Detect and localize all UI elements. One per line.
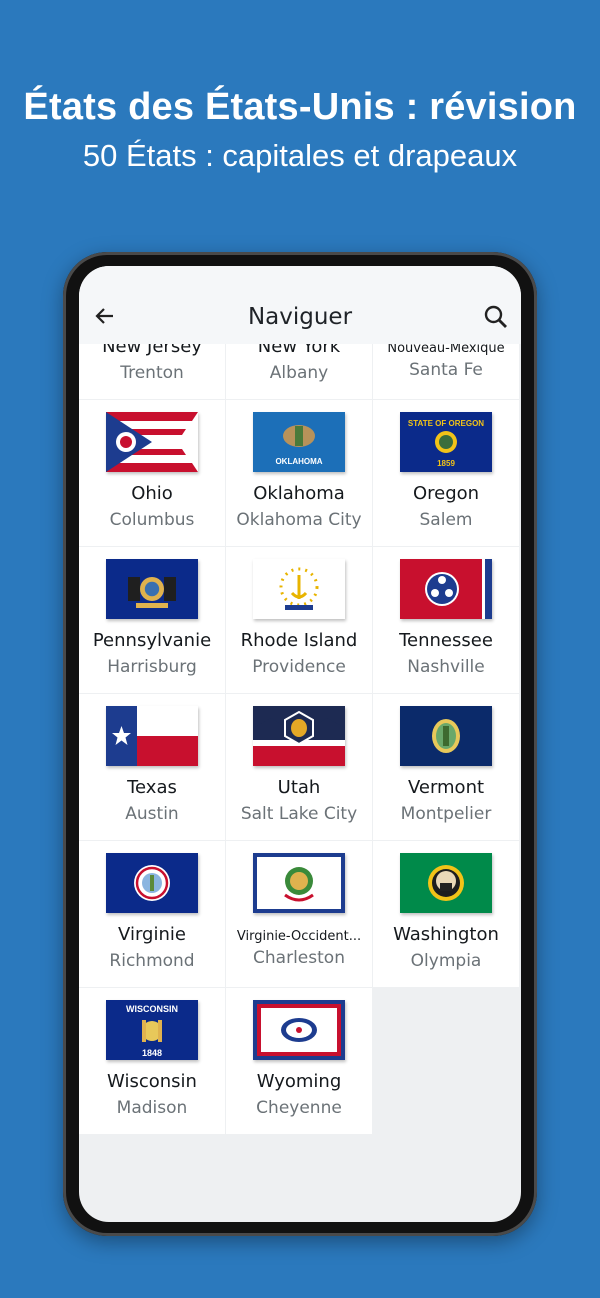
flag-image xyxy=(400,706,492,766)
flag-image xyxy=(106,559,198,619)
empty-grid-cell xyxy=(373,988,519,1134)
state-card[interactable]: Rhode Island Providence xyxy=(226,547,372,693)
state-card[interactable]: Tennessee Nashville xyxy=(373,547,519,693)
svg-text:WISCONSIN: WISCONSIN xyxy=(126,1004,178,1014)
state-name: New Jersey xyxy=(102,344,202,357)
flag-image xyxy=(400,559,492,619)
state-capital: Providence xyxy=(252,657,346,677)
state-name: Rhode Island xyxy=(240,630,358,651)
state-capital: Cheyenne xyxy=(256,1098,342,1118)
state-card[interactable]: Nouveau-Mexique Santa Fe xyxy=(373,344,519,399)
state-capital: Richmond xyxy=(109,951,195,971)
state-capital: Salt Lake City xyxy=(240,804,358,824)
state-card[interactable]: Virginie Richmond xyxy=(79,841,225,987)
flag-image: STATE OF OREGON 1859 xyxy=(400,412,492,472)
flag-image xyxy=(253,559,345,619)
state-card[interactable]: New York Albany xyxy=(226,344,372,399)
state-capital: Salem xyxy=(419,510,473,530)
state-capital: Harrisburg xyxy=(107,657,197,677)
state-card[interactable]: Washington Olympia xyxy=(373,841,519,987)
state-capital: Austin xyxy=(125,804,179,824)
state-name: Oklahoma xyxy=(253,483,345,504)
state-capital: Columbus xyxy=(109,510,195,530)
state-capital: Nashville xyxy=(407,657,485,677)
flag-image xyxy=(253,1000,345,1060)
state-capital: Madison xyxy=(116,1098,188,1118)
states-grid[interactable]: New Jersey Trenton New York Albany Nouveau-M… xyxy=(79,344,521,1222)
state-name: Ohio xyxy=(131,483,173,504)
state-capital: Olympia xyxy=(410,951,482,971)
state-name: Nouveau-Mexique xyxy=(387,344,505,356)
state-capital: Montpelier xyxy=(400,804,492,824)
state-name: Wisconsin xyxy=(107,1071,197,1092)
state-card[interactable]: OKLAHOMA Oklahoma Oklahoma City xyxy=(226,400,372,546)
state-name: Utah xyxy=(277,777,321,798)
state-name: Texas xyxy=(127,777,177,798)
app-bar: Naviguer xyxy=(79,266,521,344)
state-card[interactable]: Utah Salt Lake City xyxy=(226,694,372,840)
state-capital: Santa Fe xyxy=(409,360,483,380)
state-card[interactable]: Wyoming Cheyenne xyxy=(226,988,372,1134)
state-name: Pennsylvanie xyxy=(92,630,212,651)
state-capital: Trenton xyxy=(120,363,184,383)
state-capital: Albany xyxy=(269,363,329,383)
flag-image xyxy=(253,706,345,766)
state-capital: Charleston xyxy=(253,948,345,968)
app-screen: Naviguer New Jersey Trenton New York Albany… xyxy=(79,266,521,1222)
flag-image xyxy=(106,706,198,766)
flag-image xyxy=(106,853,198,913)
state-name: Washington xyxy=(393,924,499,945)
flag-image xyxy=(253,853,345,913)
svg-text:1859: 1859 xyxy=(437,459,455,468)
state-card[interactable]: WISCONSIN 1848 Wisconsin Madison xyxy=(79,988,225,1134)
state-card[interactable]: New Jersey Trenton xyxy=(79,344,225,399)
promo-subtitle: 50 États : capitales et drapeaux xyxy=(82,138,518,173)
state-card[interactable]: Ohio Columbus xyxy=(79,400,225,546)
svg-text:STATE OF OREGON: STATE OF OREGON xyxy=(408,419,484,428)
promo-title: États des États-Unis : révision xyxy=(23,86,577,128)
svg-text:OKLAHOMA: OKLAHOMA xyxy=(275,457,322,466)
state-card[interactable]: Pennsylvanie Harrisburg xyxy=(79,547,225,693)
flag-image xyxy=(400,853,492,913)
page-title: Naviguer xyxy=(247,304,353,330)
flag-image: OKLAHOMA xyxy=(253,412,345,472)
state-name: Wyoming xyxy=(256,1071,342,1092)
state-capital: Oklahoma City xyxy=(236,510,362,530)
state-card[interactable]: STATE OF OREGON 1859 Oregon Salem xyxy=(373,400,519,546)
state-name: New York xyxy=(257,344,341,357)
state-name: Virginie-Occident... xyxy=(236,929,362,944)
svg-text:1848: 1848 xyxy=(142,1048,162,1058)
flag-image: WISCONSIN 1848 xyxy=(106,1000,198,1060)
state-name: Virginie xyxy=(118,924,186,945)
state-card[interactable]: Virginie-Occident... Charleston xyxy=(226,841,372,987)
search-icon[interactable] xyxy=(483,304,509,330)
state-name: Tennessee xyxy=(399,630,493,651)
state-card[interactable]: Vermont Montpelier xyxy=(373,694,519,840)
state-name: Vermont xyxy=(407,777,485,798)
flag-image xyxy=(106,412,198,472)
state-card[interactable]: Texas Austin xyxy=(79,694,225,840)
state-name: Oregon xyxy=(412,483,480,504)
